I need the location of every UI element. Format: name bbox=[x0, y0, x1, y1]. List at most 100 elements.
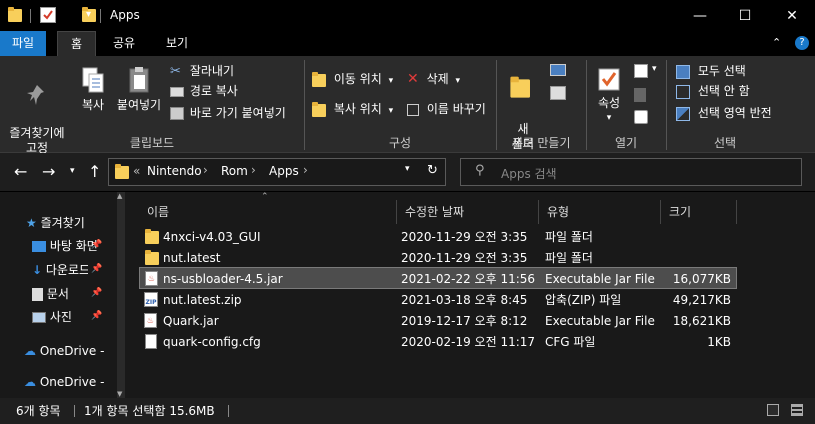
tab-home[interactable]: 홈 bbox=[57, 31, 96, 56]
open-group-label: 열기 bbox=[614, 136, 638, 150]
rename-icon bbox=[407, 103, 419, 116]
breadcrumb-apps[interactable]: Apps bbox=[269, 164, 299, 178]
new-item-icon[interactable] bbox=[550, 64, 566, 76]
copy-path-icon bbox=[170, 86, 184, 97]
download-icon: ↓ bbox=[32, 263, 43, 277]
table-row[interactable]: ZIP nut.latest.zip 2021-03-18 오후 8:45 압축… bbox=[139, 289, 737, 311]
tab-file[interactable]: 파일 bbox=[0, 31, 46, 56]
folder-icon bbox=[145, 229, 159, 245]
divider bbox=[228, 405, 229, 417]
jar-icon: ♨ bbox=[145, 271, 158, 286]
zip-icon: ZIP bbox=[144, 292, 158, 307]
close-button[interactable]: ✕ bbox=[769, 0, 815, 31]
divider bbox=[100, 9, 101, 23]
refresh-icon[interactable]: ↻ bbox=[427, 163, 438, 178]
delete-icon: ✕ bbox=[407, 71, 419, 87]
column-header-modified[interactable]: 수정한 날짜 bbox=[397, 200, 539, 224]
search-icon: ⚲ bbox=[475, 163, 485, 178]
search-box[interactable]: ⚲ Apps 검색 bbox=[460, 158, 802, 186]
column-header-type[interactable]: 유형 bbox=[539, 200, 661, 224]
table-row[interactable]: quark-config.cfg 2020-02-19 오전 11:17 CFG… bbox=[139, 331, 737, 353]
large-icons-view-icon[interactable] bbox=[791, 404, 803, 416]
up-icon[interactable]: ↑ bbox=[88, 162, 101, 181]
table-row[interactable]: ♨ ns-usbloader-4.5.jar 2021-02-22 오후 11:… bbox=[139, 267, 737, 289]
column-header-name[interactable]: 이름 bbox=[139, 200, 397, 224]
address-bar[interactable]: « Nintendo › Rom › Apps › ▾ ↻ bbox=[108, 158, 446, 186]
pin-icon: 📌 bbox=[91, 264, 103, 274]
new-group-label: 새로 만들기 bbox=[511, 136, 571, 150]
easy-access-icon[interactable] bbox=[550, 86, 566, 100]
copy-button[interactable]: 복사 bbox=[76, 66, 110, 113]
dropdown-arrow-icon: ▾ bbox=[455, 76, 461, 86]
divider bbox=[74, 405, 75, 417]
back-icon[interactable]: ← bbox=[14, 162, 27, 181]
window-title: Apps bbox=[110, 8, 140, 22]
navigation-pane: ★ 즐겨찾기 바탕 화면 📌 ↓ 다운로드 📌 문서 📌 사진 📌 ☁ OneD… bbox=[0, 192, 125, 398]
cloud-icon: ☁ bbox=[24, 344, 36, 358]
paste-icon bbox=[129, 67, 149, 93]
scroll-up-icon[interactable]: ▲ bbox=[117, 192, 122, 200]
status-bar: 6개 항목 1개 항목 선택함 15.6MB bbox=[0, 398, 815, 424]
copy-path-button[interactable]: 경로 복사 bbox=[170, 82, 238, 100]
selection-info: 1개 항목 선택함 15.6MB bbox=[84, 404, 215, 418]
search-input[interactable]: Apps 검색 bbox=[501, 165, 557, 182]
tab-view[interactable]: 보기 bbox=[156, 31, 198, 56]
star-icon: ★ bbox=[26, 216, 37, 230]
breadcrumb-separator-icon[interactable]: › bbox=[303, 163, 308, 177]
minimize-button[interactable]: — bbox=[677, 0, 723, 31]
jar-icon: ♨ bbox=[144, 313, 157, 328]
customize-toolbar-icon[interactable]: ▾ bbox=[86, 9, 91, 27]
move-to-button[interactable]: 이동 위치 ▾ bbox=[312, 70, 393, 88]
history-icon[interactable] bbox=[634, 110, 648, 124]
details-view-icon[interactable] bbox=[767, 404, 779, 416]
pin-icon: 📌 bbox=[91, 240, 103, 250]
column-header-size[interactable]: 크기 bbox=[661, 200, 737, 224]
delete-button[interactable]: ✕ 삭제 ▾ bbox=[407, 70, 460, 88]
cut-button[interactable]: ✂ 잘라내기 bbox=[170, 62, 234, 80]
properties-icon bbox=[598, 68, 620, 91]
properties-button[interactable]: 속성 ▾ bbox=[592, 66, 626, 126]
breadcrumb-rom[interactable]: Rom bbox=[221, 164, 248, 178]
file-icon bbox=[145, 334, 157, 349]
new-folder-icon bbox=[510, 76, 535, 108]
divider bbox=[30, 9, 31, 23]
select-all-button[interactable]: 모두 선택 bbox=[676, 62, 746, 80]
collapse-ribbon-icon[interactable]: ⌃ bbox=[772, 36, 781, 49]
open-icon[interactable] bbox=[634, 64, 648, 78]
title-bar: ▾ Apps — ☐ ✕ bbox=[0, 0, 815, 31]
paste-button[interactable]: 붙여넣기 bbox=[114, 66, 164, 113]
table-row[interactable]: ♨ Quark.jar 2019-12-17 오후 8:12 Executabl… bbox=[139, 310, 737, 332]
maximize-button[interactable]: ☐ bbox=[722, 0, 768, 31]
properties-icon[interactable] bbox=[40, 7, 56, 23]
pin-icon bbox=[27, 85, 44, 105]
help-icon[interactable]: ? bbox=[795, 36, 809, 50]
select-all-icon bbox=[676, 64, 690, 79]
breadcrumb-separator-icon[interactable]: › bbox=[203, 163, 208, 177]
ribbon-tabs: 파일 홈 공유 보기 ⌃ ? bbox=[0, 31, 815, 56]
organize-group-label: 구성 bbox=[388, 136, 412, 150]
tab-share[interactable]: 공유 bbox=[104, 31, 144, 56]
breadcrumb-overflow[interactable]: « bbox=[133, 164, 140, 178]
nav-item-downloads[interactable]: ↓ 다운로드 bbox=[32, 259, 88, 281]
paste-shortcut-button[interactable]: 바로 가기 붙여넣기 bbox=[170, 104, 286, 122]
recent-locations-icon[interactable]: ▾ bbox=[70, 166, 75, 176]
pin-icon: 📌 bbox=[91, 311, 103, 321]
table-row[interactable]: nut.latest 2020-11-29 오전 3:35 파일 폴더 bbox=[139, 247, 737, 269]
document-icon bbox=[32, 288, 43, 301]
rename-button[interactable]: 이름 바꾸기 bbox=[407, 100, 486, 118]
edit-icon[interactable] bbox=[634, 88, 646, 102]
breadcrumb-nintendo[interactable]: Nintendo bbox=[147, 164, 202, 178]
address-dropdown-icon[interactable]: ▾ bbox=[405, 164, 410, 174]
folder-icon bbox=[8, 7, 22, 23]
invert-selection-button[interactable]: 선택 영역 반전 bbox=[676, 104, 772, 122]
table-row[interactable]: 4nxci-v4.03_GUI 2020-11-29 오전 3:35 파일 폴더 bbox=[139, 226, 737, 248]
navigation-scrollbar[interactable]: ▲ ▼ bbox=[117, 192, 125, 398]
folder-icon bbox=[115, 164, 129, 180]
scroll-down-icon[interactable]: ▼ bbox=[117, 390, 122, 398]
dropdown-arrow-icon[interactable]: ▾ bbox=[652, 64, 657, 74]
select-none-button[interactable]: 선택 안 함 bbox=[676, 82, 750, 100]
forward-icon[interactable]: → bbox=[42, 162, 55, 181]
breadcrumb-separator-icon[interactable]: › bbox=[251, 163, 256, 177]
clipboard-group-label: 클립보드 bbox=[129, 136, 175, 150]
copy-to-button[interactable]: 복사 위치 ▾ bbox=[312, 100, 393, 118]
